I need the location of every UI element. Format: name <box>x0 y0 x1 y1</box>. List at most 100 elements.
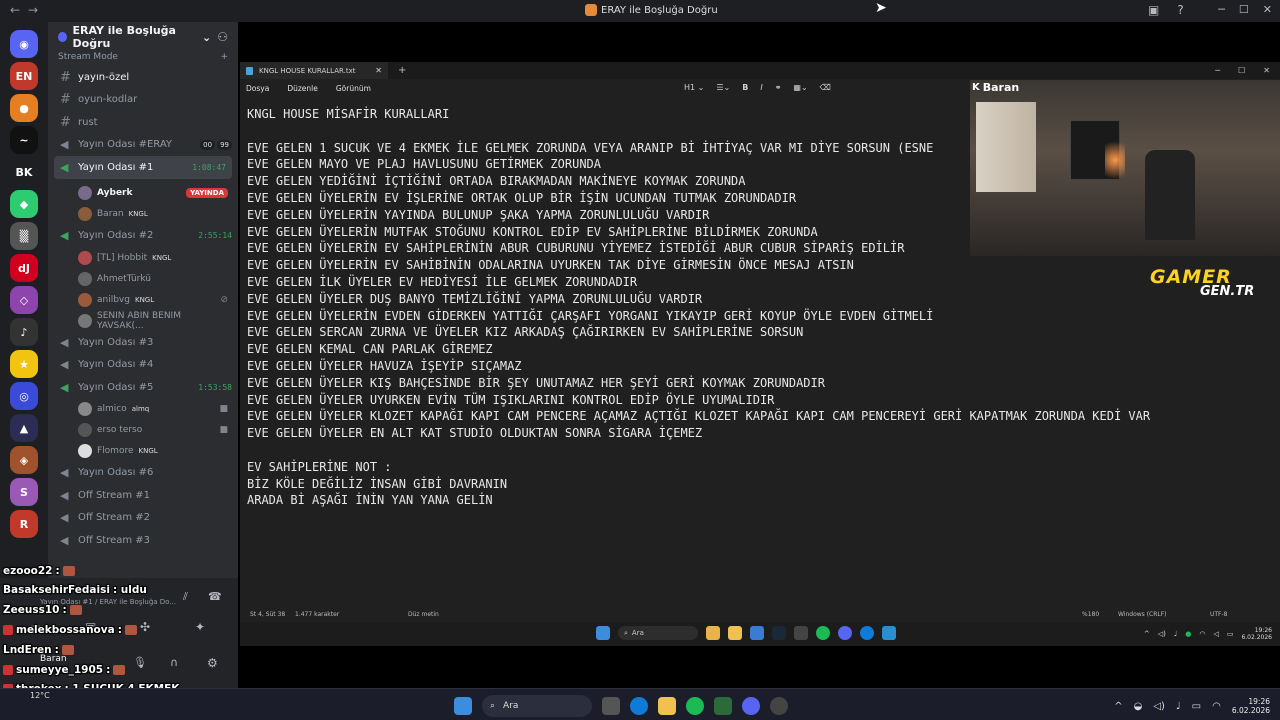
start-icon[interactable] <box>454 697 472 715</box>
voice-user[interactable]: [TL] Hobbit KNGL <box>48 247 238 268</box>
voice-user[interactable]: SENIN ABIN BENIM YAVSAK(... <box>48 310 238 331</box>
voice-user[interactable]: erso terso ■ <box>48 420 238 441</box>
edge-icon[interactable] <box>630 697 648 715</box>
wifi-icon[interactable]: ◠ <box>1199 630 1205 638</box>
steam-icon[interactable] <box>772 626 786 640</box>
server-icon[interactable]: ◈ <box>10 446 38 474</box>
voice-channel[interactable]: ◀ Yayın Odası #ERAY 00 99 <box>48 134 238 157</box>
voice-channel[interactable]: ◀ Off Stream #1 <box>48 484 238 507</box>
task-view-icon[interactable] <box>602 697 620 715</box>
headphones-icon[interactable]: ∩ <box>170 656 178 669</box>
voice-channel[interactable]: ◀ Yayın Odası #3 <box>48 331 238 354</box>
server-icon[interactable]: ♪ <box>10 318 38 346</box>
maximize-button[interactable]: ☐ <box>1239 3 1249 16</box>
camera-icon[interactable]: ▭ <box>30 620 41 634</box>
server-icon[interactable]: ~ <box>10 126 38 154</box>
discord-icon[interactable] <box>742 697 760 715</box>
microphone-icon[interactable]: 🎙 <box>133 656 147 669</box>
speaker-icon[interactable]: ◁ <box>1213 630 1218 638</box>
server-icon[interactable]: ◎ <box>10 382 38 410</box>
tab-document[interactable]: KNGL HOUSE KURALLAR.txt ✕ <box>240 62 388 79</box>
activities-icon[interactable]: ✣ <box>140 620 150 634</box>
chrome-icon[interactable] <box>770 697 788 715</box>
italic-icon[interactable]: I <box>760 83 762 92</box>
display-icon[interactable]: ▭ <box>1227 630 1234 638</box>
screen-share-icon[interactable]: ▣ <box>85 620 96 634</box>
bold-icon[interactable]: B <box>742 83 748 92</box>
channel-yayin-ozel[interactable]: # yayın-özel <box>48 66 238 89</box>
server-icon[interactable]: R <box>10 510 38 538</box>
chevron-up-icon[interactable]: ^ <box>1114 701 1122 712</box>
server-icon[interactable]: ★ <box>10 350 38 378</box>
search-box[interactable]: ⌕ Ara <box>618 626 698 640</box>
settings-icon[interactable]: ⚙ <box>207 656 218 670</box>
voice-user[interactable]: almico almq ■ <box>48 399 238 420</box>
widget-icon[interactable] <box>706 626 720 640</box>
maximize-button[interactable]: ☐ <box>1238 66 1245 75</box>
volume-icon[interactable]: ◁) <box>1153 701 1165 712</box>
folder-icon[interactable] <box>658 697 676 715</box>
wifi-icon[interactable]: ◠ <box>1212 701 1221 712</box>
voice-channel[interactable]: ◀ Off Stream #2 <box>48 507 238 530</box>
noise-icon[interactable]: ⫽ <box>183 590 188 604</box>
add-member-icon[interactable]: ⚇ <box>217 30 228 44</box>
close-button[interactable]: ✕ <box>1263 66 1270 75</box>
help-icon[interactable]: ? <box>1177 3 1183 17</box>
current-user[interactable]: Baran <box>40 654 67 664</box>
spotify-icon[interactable] <box>816 626 830 640</box>
clock[interactable]: 19:26 6.02.2026 <box>1232 697 1270 715</box>
weather-widget[interactable]: 12°C <box>30 691 50 700</box>
close-tab-icon[interactable]: ✕ <box>375 66 382 75</box>
photos-icon[interactable] <box>750 626 764 640</box>
channel-oyun-kodlar[interactable]: # oyun-kodlar <box>48 89 238 112</box>
home-icon[interactable]: ◉ <box>10 30 38 58</box>
display-icon[interactable]: ▭ <box>1192 701 1201 712</box>
nav-arrows[interactable]: ←→ <box>10 3 46 17</box>
volume-icon[interactable]: ◁) <box>1158 630 1166 638</box>
menu-file[interactable]: Dosya <box>246 84 269 93</box>
chevron-up-icon[interactable]: ^ <box>1144 630 1150 638</box>
server-icon[interactable]: ◇ <box>10 286 38 314</box>
link-icon[interactable]: ⚭ <box>775 83 782 92</box>
clear-format-icon[interactable]: ⌫ <box>820 83 831 92</box>
menu-edit[interactable]: Düzenle <box>287 84 318 93</box>
status-icon[interactable]: ● <box>1185 630 1191 638</box>
new-tab-button[interactable]: + <box>388 65 406 76</box>
soundboard-icon[interactable]: ✦ <box>195 620 205 634</box>
server-icon[interactable]: ◆ <box>10 190 38 218</box>
server-icon[interactable]: S <box>10 478 38 506</box>
channel-rust[interactable]: # rust <box>48 111 238 134</box>
voice-channel[interactable]: ◀ Yayın Odası #6 <box>48 462 238 485</box>
disconnect-icon[interactable]: ☎ <box>208 590 222 603</box>
heading-select[interactable]: H1 ⌄ <box>684 83 704 92</box>
minimize-button[interactable]: ─ <box>1215 66 1220 75</box>
voice-user[interactable]: Baran KNGL <box>48 204 238 225</box>
voice-user[interactable]: Ayberk YAYINDA <box>48 183 238 204</box>
voice-user[interactable]: anilbvg KNGL ⊘ <box>48 289 238 310</box>
start-icon[interactable] <box>596 626 610 640</box>
voice-channel[interactable]: ◀ Yayın Odası #5 1:53:58 <box>48 376 238 399</box>
mic-icon[interactable]: ♩ <box>1174 630 1177 638</box>
voice-channel[interactable]: ◀ Yayın Odası #2 2:55:14 <box>48 225 238 248</box>
edge-icon[interactable] <box>860 626 874 640</box>
table-icon[interactable]: ▦⌄ <box>793 83 807 92</box>
notepad-icon[interactable] <box>882 626 896 640</box>
clock[interactable]: 19:26 6.02.2026 <box>1241 627 1272 641</box>
server-icon[interactable]: dJ <box>10 254 38 282</box>
folder-icon[interactable] <box>728 626 742 640</box>
voice-channel[interactable]: ◀ Off Stream #3 <box>48 529 238 552</box>
voice-channel[interactable]: ◀ Yayın Odası #4 <box>48 354 238 377</box>
list-icon[interactable]: ☰⌄ <box>716 83 730 92</box>
voice-channel-selected[interactable]: ◀ Yayın Odası #1 1:08:47 <box>54 156 232 179</box>
network-icon[interactable]: ◒ <box>1134 701 1143 712</box>
discord-icon[interactable] <box>838 626 852 640</box>
server-icon[interactable]: ▒ <box>10 222 38 250</box>
voice-user[interactable]: AhmetTürkü <box>48 268 238 289</box>
inbox-icon[interactable]: ▣ <box>1148 3 1159 17</box>
app-icon[interactable] <box>714 697 732 715</box>
server-icon[interactable]: ● <box>10 94 38 122</box>
minimize-button[interactable]: ─ <box>1218 3 1225 16</box>
chrome-icon[interactable] <box>794 626 808 640</box>
server-header[interactable]: ERAY ile Boşluğa Doğru ⌄ ⚇ <box>48 22 238 52</box>
voice-user[interactable]: Flomore KNGL <box>48 441 238 462</box>
